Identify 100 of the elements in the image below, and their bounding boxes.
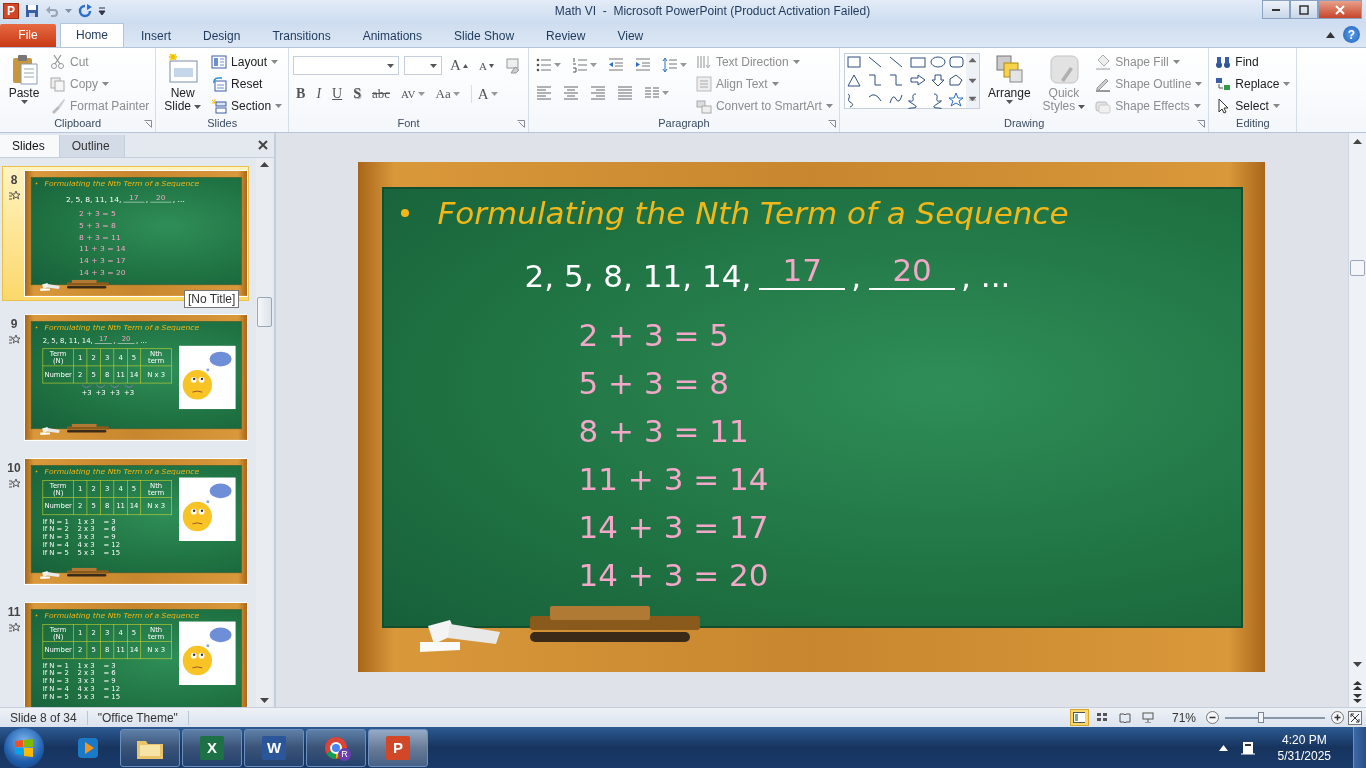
customize-toolbar-icon[interactable] — [98, 5, 106, 17]
shrink-font-button[interactable]: A — [475, 56, 497, 75]
next-slide-icon[interactable] — [1353, 694, 1362, 703]
tooltip: [No Title] — [184, 290, 240, 308]
taskbar-button[interactable] — [120, 728, 180, 767]
file-tab[interactable]: File — [0, 24, 56, 47]
zoom-out-icon[interactable] — [1206, 711, 1219, 724]
ribbon-button[interactable]: Section — [209, 97, 285, 115]
bold-button[interactable]: B — [293, 85, 309, 103]
scroll-up-icon[interactable] — [259, 162, 269, 167]
ribbon-large-button[interactable]: New Slide — [160, 51, 206, 117]
ribbon-tab[interactable]: Animations — [347, 25, 437, 47]
dialog-launcher-icon[interactable] — [1197, 120, 1206, 128]
ribbon-tab[interactable]: View — [602, 25, 659, 47]
close-button[interactable] — [1318, 0, 1362, 19]
slide-number: 8 — [10, 173, 18, 187]
ribbon-button[interactable]: Find — [1213, 53, 1293, 71]
shapes-gallery-icon[interactable] — [843, 53, 980, 109]
caret-icon — [1283, 82, 1291, 86]
caret-icon — [771, 82, 779, 86]
ribbon-tab[interactable]: Review — [531, 25, 601, 47]
change-case-button[interactable]: Aa — [432, 85, 463, 103]
presentation-icon: P — [386, 735, 410, 760]
play-icon — [76, 735, 100, 760]
caret-icon — [65, 9, 72, 13]
start-button[interactable] — [4, 727, 44, 768]
ribbon-button[interactable]: Layout — [209, 53, 285, 71]
layout-icon — [211, 54, 228, 70]
text-shadow-button[interactable]: S — [350, 85, 364, 103]
dialog-launcher-icon[interactable] — [827, 120, 836, 128]
dialog-launcher-icon[interactable] — [516, 120, 525, 128]
caret-icon — [20, 100, 28, 104]
ribbon-tab[interactable]: Home — [60, 23, 124, 47]
fit-to-window-icon[interactable] — [1348, 710, 1362, 725]
equation-line: 2 + 3 = 5 — [578, 316, 730, 355]
collapse-ribbon-icon[interactable] — [1326, 31, 1335, 38]
taskbar-button[interactable]: X — [182, 728, 242, 767]
ribbon-tab[interactable]: Insert — [126, 25, 187, 47]
show-hidden-icons-icon[interactable] — [1218, 744, 1228, 751]
underline-button[interactable]: U — [329, 85, 346, 103]
caret-icon — [792, 60, 800, 64]
italic-button[interactable]: I — [313, 85, 325, 103]
dialog-launcher-icon[interactable] — [144, 120, 153, 128]
scroll-up-icon[interactable] — [1353, 139, 1362, 144]
app-logo[interactable]: P — [3, 3, 19, 19]
redo-icon[interactable] — [78, 4, 92, 18]
clock-time: 4:20 PM — [1281, 731, 1327, 748]
scrollbar-thumb[interactable] — [1350, 260, 1365, 276]
ribbon-button[interactable]: Select — [1213, 97, 1293, 115]
font-name-field[interactable] — [293, 56, 400, 75]
zoom-level: 71% — [1171, 710, 1196, 725]
pane-tab[interactable]: Slides — [0, 135, 60, 157]
taskbar-button[interactable]: W — [244, 728, 304, 767]
ribbon-large-button[interactable]: Arrange — [983, 51, 1035, 117]
zoom-in-icon[interactable] — [1331, 711, 1344, 724]
sequence-text: , ... — [961, 258, 1011, 294]
grow-font-button[interactable]: A — [447, 56, 471, 75]
reading-view-icon — [1119, 712, 1132, 723]
group-label: Drawing — [1003, 117, 1045, 129]
align-center-icon — [562, 85, 579, 101]
ribbon-large-button[interactable]: Paste — [4, 51, 44, 117]
save-icon[interactable] — [25, 4, 39, 18]
font-color-button[interactable]: A — [474, 85, 501, 103]
ribbon-button[interactable]: Replace — [1213, 75, 1293, 93]
caret-icon — [275, 104, 283, 108]
ribbon-tab[interactable]: Transitions — [257, 25, 346, 47]
animation-star-icon — [8, 334, 20, 346]
eraser-icon — [504, 57, 521, 74]
caret-icon — [679, 63, 687, 67]
close-icon[interactable] — [258, 140, 268, 150]
slide-number: 9 — [10, 317, 18, 331]
scroll-down-icon[interactable] — [1353, 662, 1362, 667]
minimize-button[interactable] — [1262, 0, 1290, 19]
clock[interactable]: 4:20 PM 5/31/2025 — [1277, 731, 1331, 764]
down-arrow-icon — [488, 63, 494, 68]
ribbon-tab[interactable]: Slide Show — [439, 25, 530, 47]
numbered-list-icon — [571, 57, 588, 73]
caret-icon — [1078, 104, 1086, 109]
equation-line: 5 + 3 = 8 — [578, 364, 730, 403]
ribbon-button[interactable]: Reset — [209, 75, 285, 93]
taskbar-button[interactable]: R — [306, 728, 366, 767]
action-center-icon[interactable] — [1239, 739, 1256, 756]
maximize-button[interactable] — [1290, 0, 1318, 19]
taskbar-button[interactable]: P — [368, 728, 428, 767]
line-spacing-icon — [661, 57, 678, 73]
view-button[interactable] — [1069, 709, 1089, 726]
font-size-field[interactable] — [404, 56, 443, 75]
strikethrough-button[interactable]: abc — [369, 85, 394, 103]
character-spacing-button[interactable]: AV — [398, 85, 428, 103]
scrollbar-thumb[interactable] — [256, 297, 272, 327]
reset-icon — [211, 76, 228, 92]
rounded-square-icon — [1047, 53, 1080, 85]
theme-name: "Office Theme" — [87, 710, 189, 725]
slider-thumb[interactable] — [1258, 711, 1264, 723]
answer-blank: 17 — [759, 252, 846, 290]
pane-tab[interactable]: Outline — [59, 135, 125, 157]
bullet-list-icon — [535, 57, 552, 73]
scroll-down-icon[interactable] — [259, 698, 269, 703]
ribbon-tab[interactable]: Design — [188, 25, 256, 47]
previous-slide-icon[interactable] — [1353, 681, 1362, 690]
